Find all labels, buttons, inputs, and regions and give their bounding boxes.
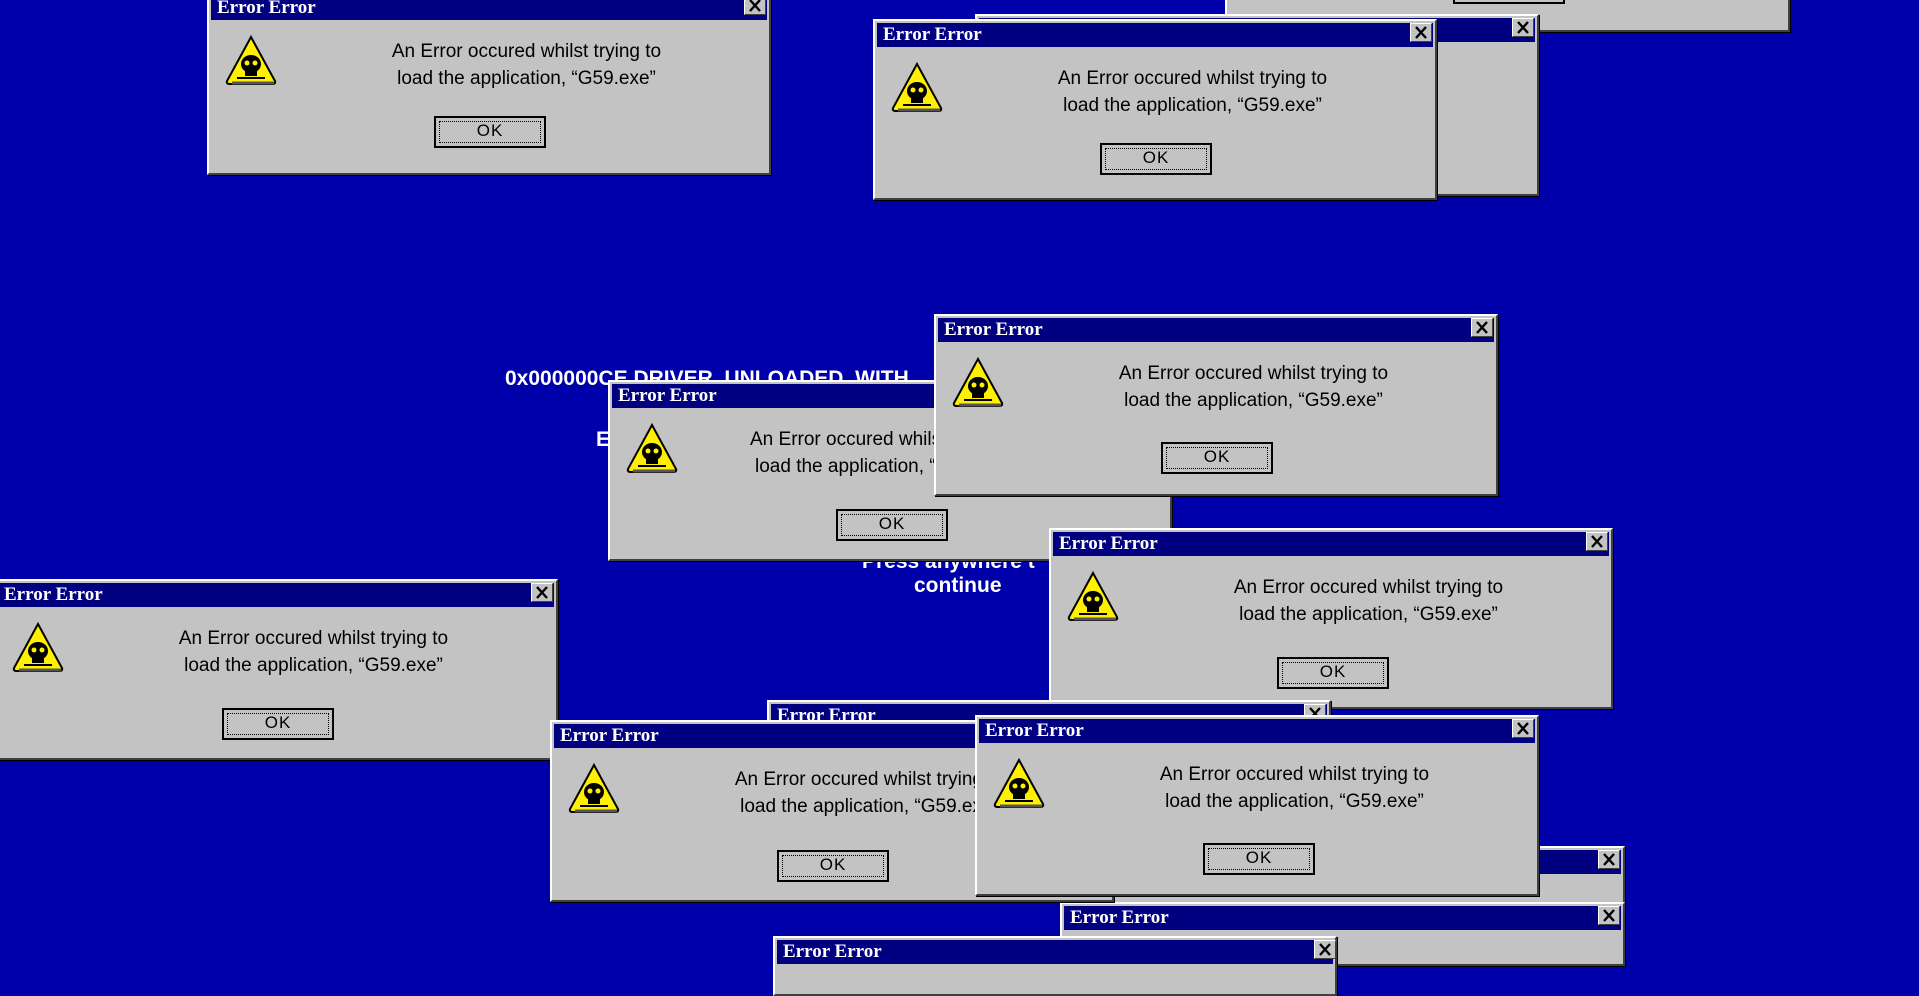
close-button[interactable] [1598, 850, 1620, 869]
close-icon [536, 586, 548, 599]
message-line-1: An Error occured whilst trying to [1118, 363, 1389, 384]
desktop[interactable]: { "screen": { "background": "#0000aa", "… [0, 0, 1919, 996]
message-line-2: load the application, “G59.exe” [1124, 390, 1383, 411]
error-dialog: Error Error An Error occured whilst tryi… [975, 715, 1539, 896]
close-icon [1319, 943, 1331, 956]
close-button[interactable] [1586, 532, 1608, 551]
dialog-titlebar: Error Error [0, 583, 554, 607]
close-icon [1517, 21, 1529, 34]
warning-skull-icon [12, 621, 64, 672]
close-icon [1415, 26, 1427, 39]
error-dialog: Error Error An Error occured whilst tryi… [873, 19, 1437, 200]
message-line-1: An Error occured whilst trying to [1233, 577, 1504, 598]
close-button[interactable] [1410, 23, 1432, 42]
close-button[interactable] [1471, 318, 1493, 337]
dialog-title: Error Error [944, 319, 1043, 340]
close-icon [1603, 853, 1615, 866]
close-button[interactable] [1512, 719, 1534, 738]
dialog-title: Error Error [883, 24, 982, 45]
dialog-title: Error Error [985, 720, 1084, 741]
message-line-1: An Error occured whilst trying to [178, 628, 449, 649]
message-line-2: load the application, “G59.exe” [1063, 95, 1322, 116]
error-dialog-back-6: Error Error [773, 936, 1337, 996]
dialog-title: Error Error [4, 584, 103, 605]
error-dialog: Error Error An Error occured whilst tryi… [0, 579, 558, 760]
message-line-2: load the application, “G59.exe” [1165, 791, 1424, 812]
dialog-title: Error Error [783, 941, 882, 962]
close-icon [1517, 722, 1529, 735]
ok-button[interactable]: OK [1100, 143, 1212, 175]
message-line-2: load the application, “G59.exe” [1239, 604, 1498, 625]
ok-button[interactable]: OK [836, 509, 948, 541]
warning-skull-icon [891, 61, 943, 112]
error-message: An Error occured whilst trying to load t… [970, 65, 1415, 119]
error-message: An Error occured whilst trying to load t… [1072, 761, 1517, 815]
dialog-titlebar: Error Error [1053, 532, 1609, 556]
warning-skull-icon [1067, 570, 1119, 621]
continue-prompt-line2: continue [914, 574, 1002, 597]
dialog-titlebar: Error Error [1064, 906, 1621, 930]
close-icon [1591, 535, 1603, 548]
warning-skull-icon [568, 762, 620, 813]
warning-skull-icon [952, 356, 1004, 407]
error-message: An Error occured whilst trying to load t… [304, 38, 749, 92]
close-button[interactable] [744, 0, 766, 15]
close-icon [1476, 321, 1488, 334]
message-line-1: An Error occured whilst trying to [1159, 764, 1430, 785]
dialog-titlebar: Error Error [877, 23, 1433, 47]
ok-button[interactable]: OK [777, 850, 889, 882]
error-dialog: Error Error An Error occured whilst tryi… [934, 314, 1498, 496]
error-message: An Error occured whilst trying to load t… [1146, 574, 1591, 628]
dialog-title: Error Error [1059, 533, 1158, 554]
close-button[interactable] [531, 583, 553, 602]
dialog-title: Error Error [618, 385, 717, 406]
message-line-1: An Error occured whilst trying to [1057, 68, 1328, 89]
dialog-title: Error Error [217, 0, 316, 18]
close-button[interactable] [1314, 940, 1336, 959]
dialog-titlebar: Error Error [211, 0, 767, 20]
dialog-titlebar: Error Error [979, 719, 1535, 743]
ok-button[interactable]: OK [1453, 0, 1565, 4]
error-dialog: Error Error An Error occured whilst tryi… [207, 0, 771, 175]
message-line-1: An Error occured whilst trying to [391, 41, 662, 62]
ok-button[interactable]: OK [222, 708, 334, 740]
message-line-2: load the application, “G59.exe” [397, 68, 656, 89]
close-button[interactable] [1512, 18, 1534, 37]
warning-skull-icon [993, 757, 1045, 808]
ok-button[interactable]: OK [1277, 657, 1389, 689]
ok-button[interactable]: OK [434, 116, 546, 148]
dialog-titlebar: Error Error [777, 940, 1333, 964]
error-message: An Error occured whilst trying to load t… [91, 625, 536, 679]
dialog-titlebar: Error Error [938, 318, 1494, 342]
ok-button[interactable]: OK [1203, 843, 1315, 875]
warning-skull-icon [225, 34, 277, 85]
warning-skull-icon [626, 422, 678, 473]
error-message: An Error occured whilst trying to load t… [1031, 360, 1476, 414]
close-icon [749, 0, 761, 12]
dialog-title: Error Error [1070, 907, 1169, 928]
close-icon [1603, 909, 1615, 922]
dialog-title: Error Error [560, 725, 659, 746]
close-button[interactable] [1598, 906, 1620, 925]
ok-button[interactable]: OK [1161, 442, 1273, 474]
message-line-2: load the application, “G59.exe” [184, 655, 443, 676]
error-dialog: Error Error An Error occured whilst tryi… [1049, 528, 1613, 709]
